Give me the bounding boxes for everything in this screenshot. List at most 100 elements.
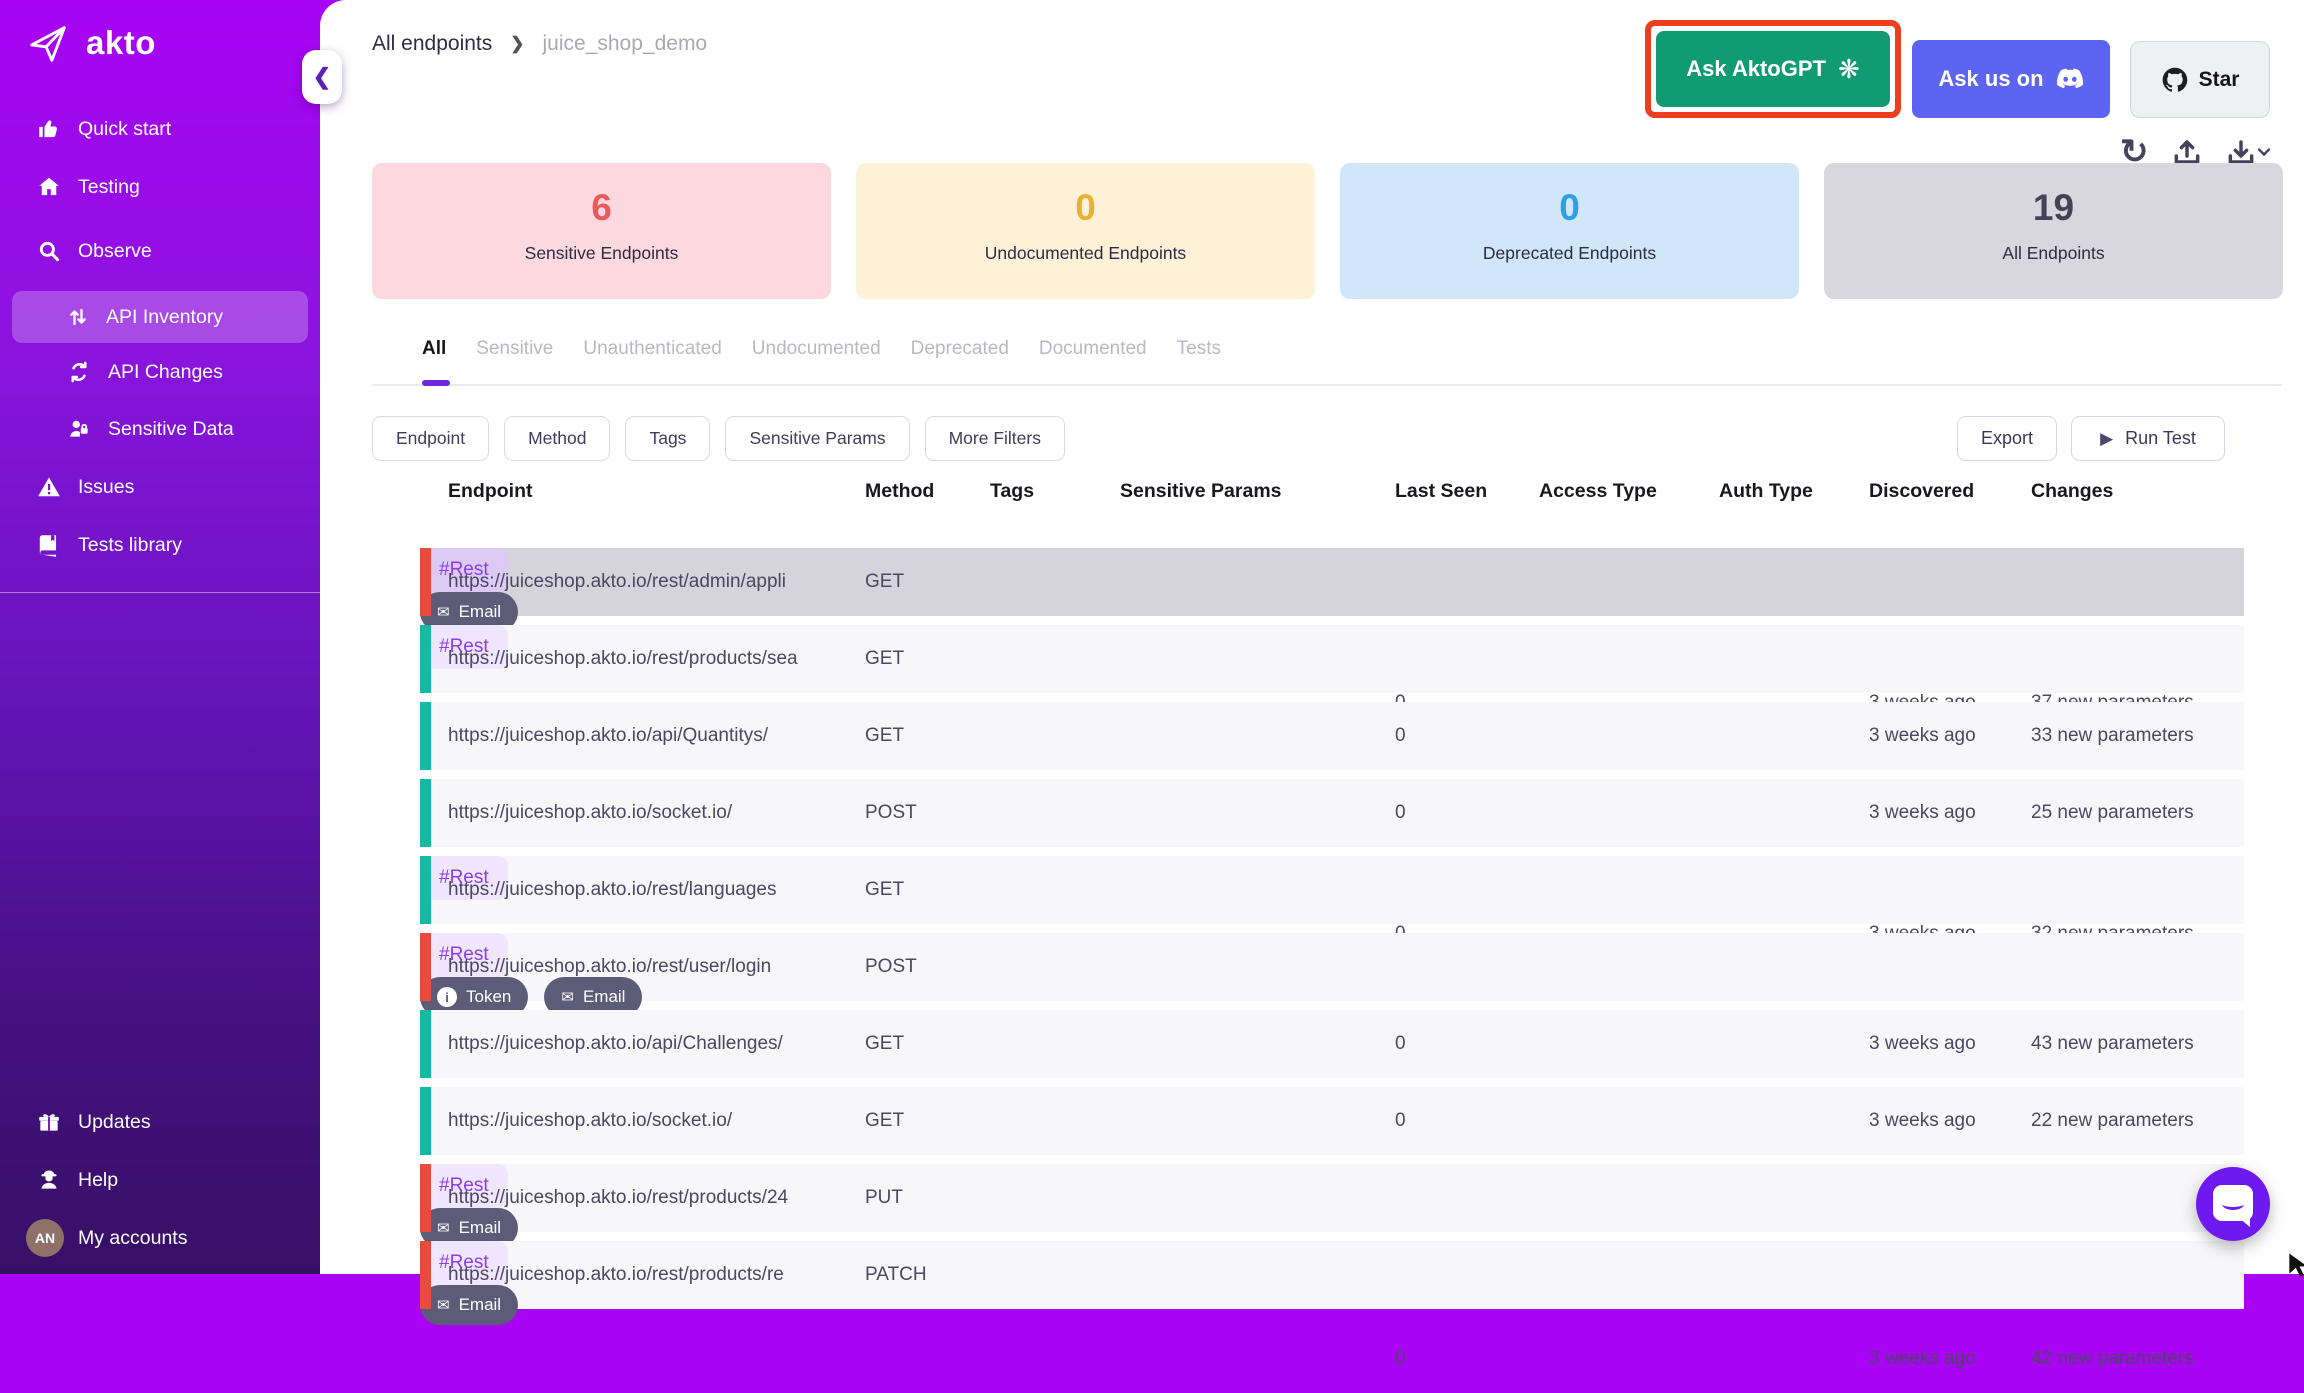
sidebar-item-issues[interactable]: Issues [0,467,320,507]
chevron-left-icon: ❮ [313,64,331,90]
tab[interactable]: Undocumented [752,338,881,360]
ask-us-discord-button[interactable]: Ask us on [1912,40,2110,118]
github-star-button[interactable]: Star [2130,41,2270,118]
run-test-label: Run Test [2125,428,2196,449]
summary-card-label: All Endpoints [1824,243,2283,264]
endpoint-url: https://juiceshop.akto.io/socket.io/ [448,1087,732,1155]
chat-bubble-icon [2213,1185,2253,1221]
tab[interactable]: Deprecated [911,338,1009,360]
sidebar-item-help[interactable]: Help [0,1160,320,1200]
severity-bar [420,625,431,693]
sidebar-item-tests-library[interactable]: Tests library [0,525,320,565]
column-header[interactable]: Method [865,480,934,503]
sidebar: akto Quick start Testing Observe API Inv… [0,0,320,1274]
sidebar-item-api-changes[interactable]: API Changes [0,352,320,392]
endpoint-url: https://juiceshop.akto.io/socket.io/ [448,779,732,847]
table-row[interactable]: https://juiceshop.akto.io/rest/user/logi… [420,933,2244,1001]
tab[interactable]: Tests [1177,338,1221,360]
table-row[interactable]: https://juiceshop.akto.io/api/Quantitys/… [420,702,2244,770]
thumbs-up-icon [36,116,62,142]
chevron-down-icon [2257,147,2271,157]
column-header[interactable]: Auth Type [1719,480,1813,503]
column-header[interactable]: Sensitive Params [1120,480,1282,503]
sidebar-item-my-accounts[interactable]: AN My accounts [0,1218,320,1258]
filter-chip[interactable]: More Filters [925,416,1065,461]
summary-card[interactable]: 19 All Endpoints [1824,163,2283,299]
breadcrumb-all-endpoints[interactable]: All endpoints [372,32,492,56]
sidebar-item-observe[interactable]: Observe [0,231,320,271]
table-row[interactable]: https://juiceshop.akto.io/rest/admin/app… [420,548,2244,616]
column-header[interactable]: Endpoint [448,480,532,503]
summary-card[interactable]: 0 Undocumented Endpoints [856,163,1315,299]
method: GET [865,548,904,616]
endpoint-url: https://juiceshop.akto.io/rest/admin/app… [448,548,786,616]
severity-bar [420,702,431,770]
sidebar-item-label: API Inventory [106,306,223,329]
search-icon [36,238,62,264]
filter-chip[interactable]: Endpoint [372,416,489,461]
table-row[interactable]: https://juiceshop.akto.io/socket.io/ GET… [420,1087,2244,1155]
sidebar-item-testing[interactable]: Testing [0,167,320,207]
column-header[interactable]: Tags [990,480,1034,503]
summary-card[interactable]: 6 Sensitive Endpoints [372,163,831,299]
method: GET [865,856,904,924]
discovered: 3 weeks ago [1869,1010,1976,1078]
tab[interactable]: Documented [1039,338,1147,360]
column-header[interactable]: Access Type [1539,480,1657,503]
discovered: 3 weeks ago [1869,702,1976,770]
summary-card-label: Sensitive Endpoints [372,243,831,264]
severity-bar [420,1241,431,1309]
filter-chip[interactable]: Tags [625,416,710,461]
sidebar-item-updates[interactable]: Updates [0,1102,320,1142]
tab[interactable]: Sensitive [476,338,553,360]
sidebar-item-api-inventory[interactable]: API Inventory [12,291,308,343]
ask-aktogpt-button[interactable]: Ask AktoGPT ❋ [1656,31,1890,107]
endpoint-url: https://juiceshop.akto.io/rest/products/… [448,1164,788,1232]
table-row[interactable]: https://juiceshop.akto.io/socket.io/ POS… [420,779,2244,847]
severity-bar [420,1010,431,1078]
changes: 42 new parameters [2031,1325,2194,1393]
severity-bar [420,1164,431,1232]
table-row[interactable]: https://juiceshop.akto.io/api/Challenges… [420,1010,2244,1078]
severity-bar [420,779,431,847]
severity-bar [420,548,431,616]
sidebar-item-label: Issues [78,476,134,499]
akto-logo[interactable]: akto [26,20,156,66]
endpoint-url: https://juiceshop.akto.io/rest/products/… [448,1241,784,1309]
table-row[interactable]: https://juiceshop.akto.io/rest/products/… [420,1164,2244,1232]
tab[interactable]: Unauthenticated [583,338,721,360]
sort-arrows-icon [66,305,90,329]
method: GET [865,1087,904,1155]
chat-launcher-button[interactable] [2196,1167,2270,1241]
method: GET [865,625,904,693]
filter-chip[interactable]: Sensitive Params [725,416,909,461]
sidebar-divider [0,592,320,593]
ask-us-label: Ask us on [1938,66,2043,92]
sidebar-item-label: Sensitive Data [108,418,234,441]
table-row[interactable]: https://juiceshop.akto.io/rest/products/… [420,625,2244,693]
sidebar-item-label: Observe [78,240,152,263]
summary-card[interactable]: 0 Deprecated Endpoints [1340,163,1799,299]
export-button[interactable]: Export [1957,416,2057,461]
sidebar-item-sensitive-data[interactable]: Sensitive Data [0,409,320,449]
column-header[interactable]: Discovered [1869,480,1974,503]
main-content: All endpoints ❯ juice_shop_demo Ask Akto… [320,0,2304,1274]
severity-bar [420,856,431,924]
refresh-icon [66,359,92,385]
column-header[interactable]: Changes [2031,480,2113,503]
tab[interactable]: All [422,338,446,360]
sidebar-collapse-button[interactable]: ❮ [302,50,342,104]
sidebar-item-quick-start[interactable]: Quick start [0,109,320,149]
column-header[interactable]: Last Seen [1395,480,1487,503]
table-header: Endpoint Method Tags Sensitive Params La… [420,480,2244,530]
table-row[interactable]: https://juiceshop.akto.io/rest/languages… [420,856,2244,924]
avatar: AN [26,1219,64,1257]
ask-aktogpt-label: Ask AktoGPT [1686,56,1826,82]
filter-chip[interactable]: Method [504,416,610,461]
run-test-button[interactable]: ▶ Run Test [2071,416,2225,461]
method: GET [865,1010,904,1078]
summary-card-value: 19 [1824,187,2283,229]
sidebar-item-label: Help [78,1169,118,1192]
table-row[interactable]: https://juiceshop.akto.io/rest/products/… [420,1241,2244,1309]
aktogpt-highlight-box: Ask AktoGPT ❋ [1645,20,1901,118]
